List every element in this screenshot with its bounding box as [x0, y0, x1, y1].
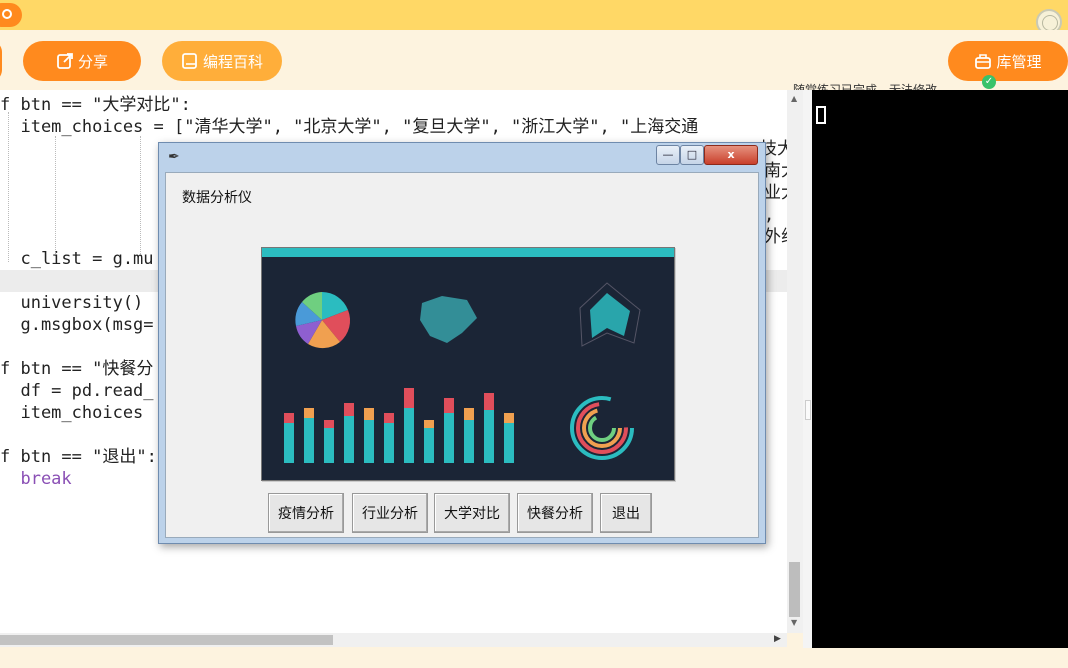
university-compare-button[interactable]: 大学对比 [434, 493, 510, 533]
pane-splitter[interactable] [803, 90, 812, 648]
close-button[interactable]: x [704, 145, 758, 165]
minimize-button[interactable]: — [656, 145, 680, 165]
code-line-5: g.msgbox(msg= [0, 315, 154, 335]
toolbar: 分享 编程百科 随堂练习已完成，无法修改 库管理 ✓ [0, 30, 1068, 97]
code-line-7: df = pd.read_ [0, 381, 154, 401]
scroll-right-arrow-icon[interactable]: ▶ [774, 634, 781, 644]
collapsed-button[interactable] [0, 41, 2, 81]
app-logo[interactable] [0, 3, 22, 27]
indent-guide [140, 136, 141, 256]
wiki-button[interactable]: 编程百科 [162, 41, 282, 81]
share-label: 分享 [77, 52, 108, 71]
editor-horizontal-scrollbar[interactable]: ▶ [0, 633, 787, 647]
share-button[interactable]: 分享 [23, 41, 141, 81]
exit-button[interactable]: 退出 [600, 493, 652, 533]
scroll-thumb[interactable] [789, 562, 800, 617]
feather-icon: ✒ [168, 149, 180, 165]
industry-analysis-button[interactable]: 行业分析 [352, 493, 428, 533]
dialog-heading: 数据分析仪 [182, 190, 252, 206]
output-console[interactable] [812, 90, 1068, 648]
text-cursor [816, 106, 826, 124]
top-bar [0, 0, 1068, 35]
bar-group [284, 388, 514, 463]
check-badge-icon: ✓ [982, 75, 996, 89]
code-line-2: item_choices = ["清华大学", "北京大学", "复旦大学", … [0, 117, 699, 137]
dashboard-image [261, 247, 675, 481]
dashboard-graphic [262, 248, 674, 463]
code-line-6: f btn == "快餐分 [0, 359, 154, 379]
data-analyzer-window[interactable]: ✒ — □ x 数据分析仪 疫情分析 行业分析 大学对比 快餐分析 退出 [158, 142, 766, 544]
toolbox-icon [975, 54, 992, 69]
splitter-grip[interactable] [805, 400, 811, 420]
library-label: 库管理 [996, 52, 1042, 71]
wiki-label: 编程百科 [202, 52, 263, 71]
library-manage-button[interactable]: 库管理 [948, 41, 1068, 81]
indent-guide [55, 136, 56, 256]
maximize-button[interactable]: □ [680, 145, 704, 165]
code-line-1: f btn == "大学对比": [0, 95, 191, 115]
scroll-thumb[interactable] [0, 635, 333, 645]
code-line-4: university() [0, 293, 144, 313]
dialog-body: 数据分析仪 疫情分析 行业分析 大学对比 快餐分析 退出 [165, 172, 759, 538]
epidemic-analysis-button[interactable]: 疫情分析 [268, 493, 344, 533]
code-line-3: c_list = g.mu [0, 249, 154, 269]
scroll-up-arrow-icon[interactable]: ▲ [791, 94, 797, 103]
share-icon [57, 53, 73, 69]
scroll-down-arrow-icon[interactable]: ▼ [791, 618, 797, 627]
code-line-9: f btn == "退出": [0, 447, 157, 467]
code-fragment: 外组 [764, 227, 787, 247]
book-icon [182, 53, 197, 69]
bottom-strip [0, 648, 1068, 668]
code-line-8: item_choices [0, 403, 144, 423]
code-fragment: 业大 [764, 183, 787, 203]
editor-vertical-scrollbar[interactable]: ▲ ▼ [787, 90, 803, 633]
code-line-10: break [0, 469, 72, 489]
code-fragment: 南大 [764, 161, 787, 181]
fast-food-analysis-button[interactable]: 快餐分析 [517, 493, 593, 533]
